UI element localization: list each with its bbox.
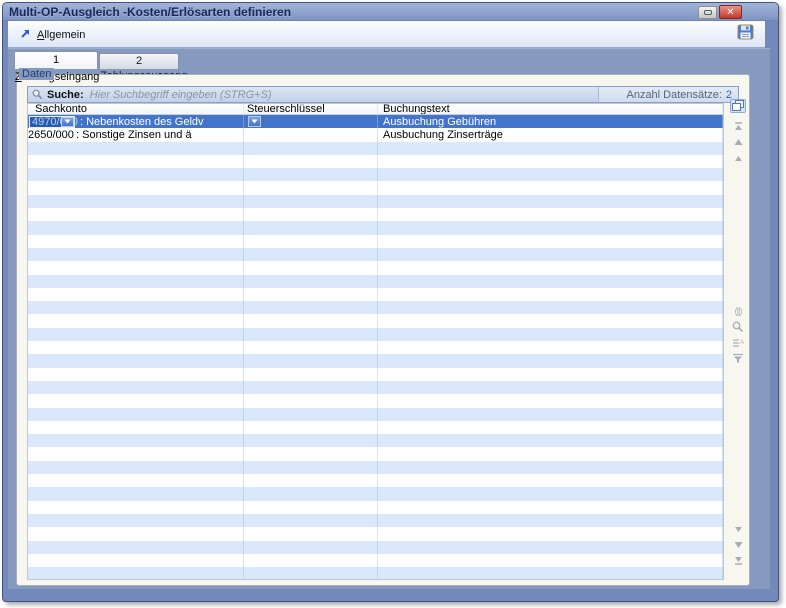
grid-icon-strip: (||) A (728, 99, 748, 581)
fit-column-width-icon[interactable]: (||) (730, 304, 746, 318)
column-header-buchungstext[interactable]: Buchungstext (378, 104, 723, 114)
table-row[interactable] (28, 501, 723, 514)
account-value[interactable]: 4970/000 (30, 117, 61, 127)
table-row[interactable] (28, 142, 723, 155)
table-row[interactable] (28, 447, 723, 460)
groupbox-label: Daten (19, 68, 54, 80)
tax-dropdown-button[interactable] (248, 116, 261, 127)
table-row[interactable] (28, 301, 723, 314)
go-first-icon[interactable] (730, 119, 746, 133)
table-row[interactable] (28, 514, 723, 527)
table-row[interactable] (28, 221, 723, 234)
save-button[interactable] (735, 25, 755, 44)
close-button[interactable]: ✕ (719, 5, 742, 19)
account-dropdown-button[interactable] (61, 117, 74, 127)
menu-allgemein[interactable]: Allgemein (15, 25, 90, 44)
table-row[interactable] (28, 461, 723, 474)
save-icon (737, 24, 754, 45)
search-icon (32, 89, 43, 100)
tab-zahlungseingang[interactable]: 1 Zahlungseingang (14, 51, 98, 69)
table-row[interactable] (28, 408, 723, 421)
close-icon: ✕ (726, 7, 734, 18)
search-label: Suche: (47, 89, 84, 101)
window-title: Multi-OP-Ausgleich -Kosten/Erlösarten de… (9, 3, 291, 21)
menu-allgemein-label: Allgemein (37, 29, 85, 41)
toolbar: Allgemein (8, 21, 765, 48)
table-row[interactable] (28, 314, 723, 327)
table-row[interactable] (28, 288, 723, 301)
copy-record-icon[interactable] (730, 99, 746, 113)
go-last-icon[interactable] (730, 553, 746, 567)
table-row[interactable] (28, 394, 723, 407)
table-row[interactable] (28, 181, 723, 194)
search-placeholder: Hier Suchbegriff eingeben (STRG+S) (90, 89, 272, 101)
table-row[interactable] (28, 275, 723, 288)
table-row[interactable] (28, 261, 723, 274)
table-row[interactable] (28, 474, 723, 487)
table-row-selected[interactable]: 4970/000 : Nebenkosten des Geldv Ausbuchun… (28, 115, 723, 128)
daten-groupbox: Suche: Hier Suchbegriff eingeben (STRG+S… (16, 74, 750, 586)
sort-icon[interactable]: A (730, 336, 746, 350)
booking-text: Ausbuchung Zinserträge (383, 129, 503, 141)
table-row[interactable] (28, 155, 723, 168)
column-header-sachkonto[interactable]: Sachkonto (28, 104, 244, 114)
table-row[interactable] (28, 368, 723, 381)
record-count: Anzahl Datensätze: 2 (598, 87, 738, 102)
account-description: : Nebenkosten des Geldv (80, 116, 204, 128)
dialog-content: 1 Zahlungseingang 2 Zahlungsausgang Date… (8, 48, 770, 589)
title-bar[interactable]: Multi-OP-Ausgleich -Kosten/Erlösarten de… (3, 3, 778, 21)
data-grid: Sachkonto Steuerschlüssel Buchungstext 4… (27, 103, 724, 580)
tab-zahlungsausgang[interactable]: 2 Zahlungsausgang (99, 53, 179, 69)
table-row[interactable] (28, 567, 723, 580)
table-row[interactable] (28, 434, 723, 447)
go-previous-page-icon[interactable] (730, 135, 746, 149)
table-row[interactable] (28, 208, 723, 221)
table-row[interactable] (28, 381, 723, 394)
go-previous-icon[interactable] (730, 151, 746, 165)
minimize-button[interactable] (698, 6, 717, 19)
column-header-steuerschluessel[interactable]: Steuerschlüssel (244, 104, 378, 114)
search-bar[interactable]: Suche: Hier Suchbegriff eingeben (STRG+S… (27, 86, 739, 103)
table-row[interactable] (28, 341, 723, 354)
table-row[interactable] (28, 354, 723, 367)
go-next-page-icon[interactable] (730, 538, 746, 552)
table-row[interactable]: 2650/000 : Sonstige Zinsen und ä Ausbuchun… (28, 128, 723, 141)
table-row[interactable] (28, 248, 723, 261)
table-row[interactable] (28, 541, 723, 554)
table-row[interactable] (28, 527, 723, 540)
table-row[interactable] (28, 421, 723, 434)
dialog-window: Multi-OP-Ausgleich -Kosten/Erlösarten de… (2, 2, 779, 602)
svg-text:A: A (740, 340, 744, 346)
filter-icon[interactable] (730, 351, 746, 365)
table-row[interactable] (28, 328, 723, 341)
expand-arrow-icon (20, 28, 31, 42)
table-row[interactable] (28, 487, 723, 500)
minimize-icon (704, 10, 712, 15)
account-editor[interactable]: 4970/000 (29, 116, 75, 128)
account-description: : Sonstige Zinsen und ä (76, 129, 192, 141)
table-row[interactable] (28, 554, 723, 567)
grid-header: Sachkonto Steuerschlüssel Buchungstext (28, 104, 723, 115)
booking-text: Ausbuchung Gebühren (383, 116, 496, 128)
table-row[interactable] (28, 235, 723, 248)
go-next-icon[interactable] (730, 522, 746, 536)
zoom-icon[interactable] (730, 320, 746, 334)
table-row[interactable] (28, 195, 723, 208)
table-row[interactable] (28, 168, 723, 181)
account-value: 2650/000 (28, 129, 71, 141)
grid-body: 4970/000 : Nebenkosten des Geldv Ausbuchun… (28, 115, 723, 580)
